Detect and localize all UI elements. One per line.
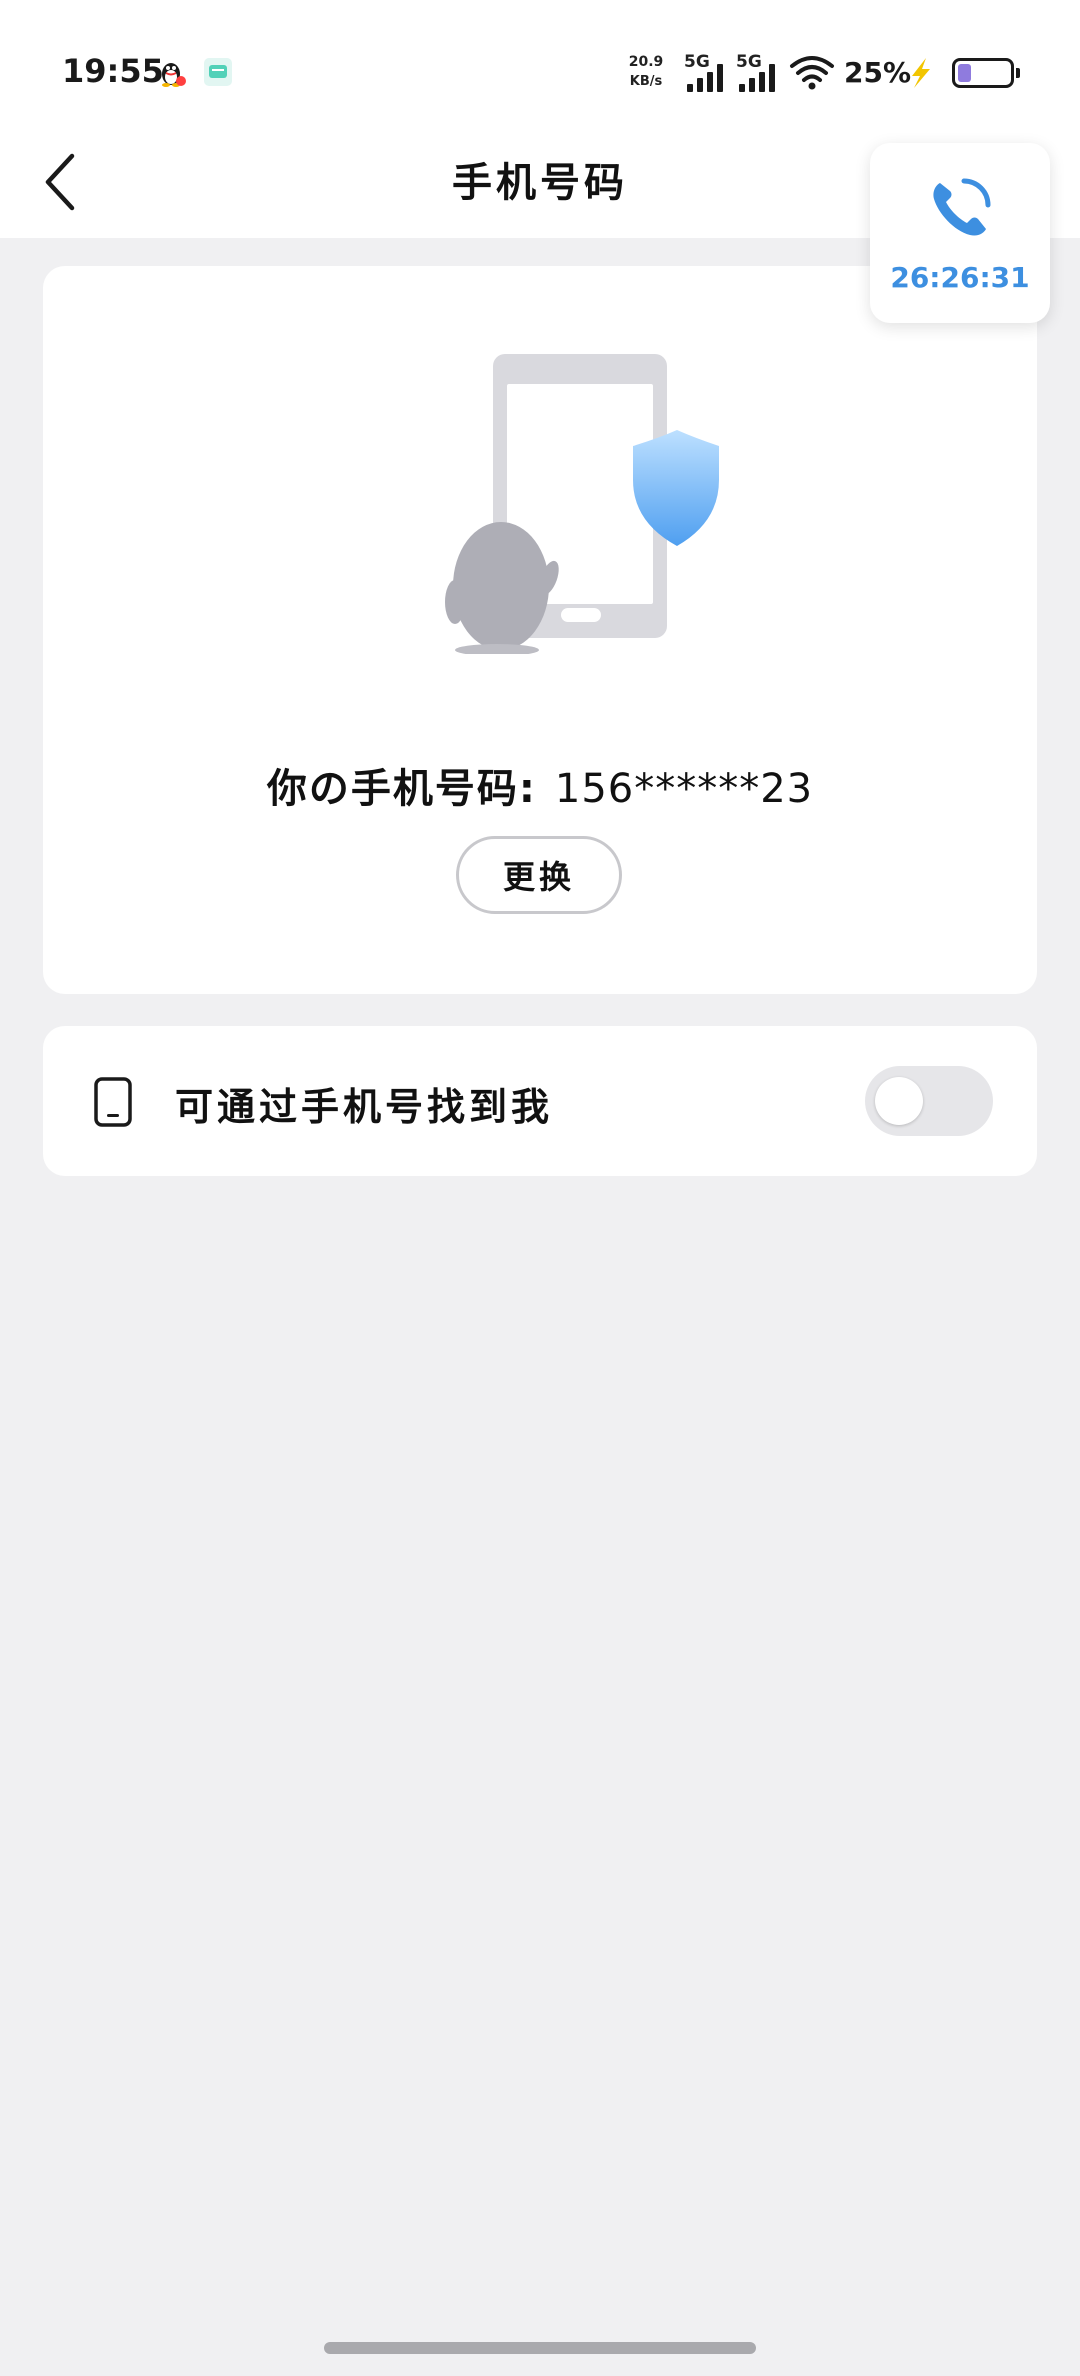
signal-sim2: 5G	[736, 52, 784, 92]
battery-level-fill	[958, 64, 971, 82]
signal-bars-icon	[739, 64, 775, 92]
masked-phone-number: 156******23	[554, 766, 814, 812]
find-by-phone-setting: 可通过手机号找到我	[43, 1026, 1037, 1176]
network-speed: 20.9 KB/s	[624, 52, 668, 92]
signal-sim1: 5G	[684, 52, 732, 92]
call-timer: 26:26:31	[890, 261, 1030, 294]
wifi-icon	[790, 56, 834, 90]
battery-percent: 25%	[844, 56, 912, 89]
call-floating-widget[interactable]: 26:26:31	[870, 143, 1050, 323]
phone-security-illustration	[445, 354, 719, 654]
battery-icon	[952, 58, 1020, 88]
find-by-phone-label: 可通过手机号找到我	[175, 1085, 554, 1129]
message-notification-icon	[204, 58, 232, 86]
phone-call-icon	[933, 178, 991, 236]
phone-number-label: 你の手机号码:	[266, 766, 537, 812]
status-time: 19:55	[62, 52, 164, 90]
network-speed-value: 20.9	[628, 54, 664, 70]
status-bar: 19:55 20.9 KB/s 5G 5G 25%	[0, 0, 1080, 140]
mobile-phone-icon	[94, 1077, 132, 1127]
change-number-button[interactable]: 更换	[456, 836, 622, 914]
charging-icon	[912, 58, 930, 88]
toggle-knob	[875, 1077, 923, 1125]
phone-number-display: 你の手机号码: 156******23	[43, 756, 1037, 814]
qq-notification-icon	[162, 63, 186, 87]
find-by-phone-toggle[interactable]	[865, 1066, 993, 1136]
signal-bars-icon	[687, 64, 723, 92]
phone-number-screen: 19:55 20.9 KB/s 5G 5G 25% 手机号码 26:26:31 …	[0, 0, 1080, 2376]
network-speed-unit: KB/s	[629, 74, 663, 89]
home-indicator[interactable]	[324, 2342, 756, 2354]
phone-number-card: 你の手机号码: 156******23 更换	[43, 266, 1037, 994]
